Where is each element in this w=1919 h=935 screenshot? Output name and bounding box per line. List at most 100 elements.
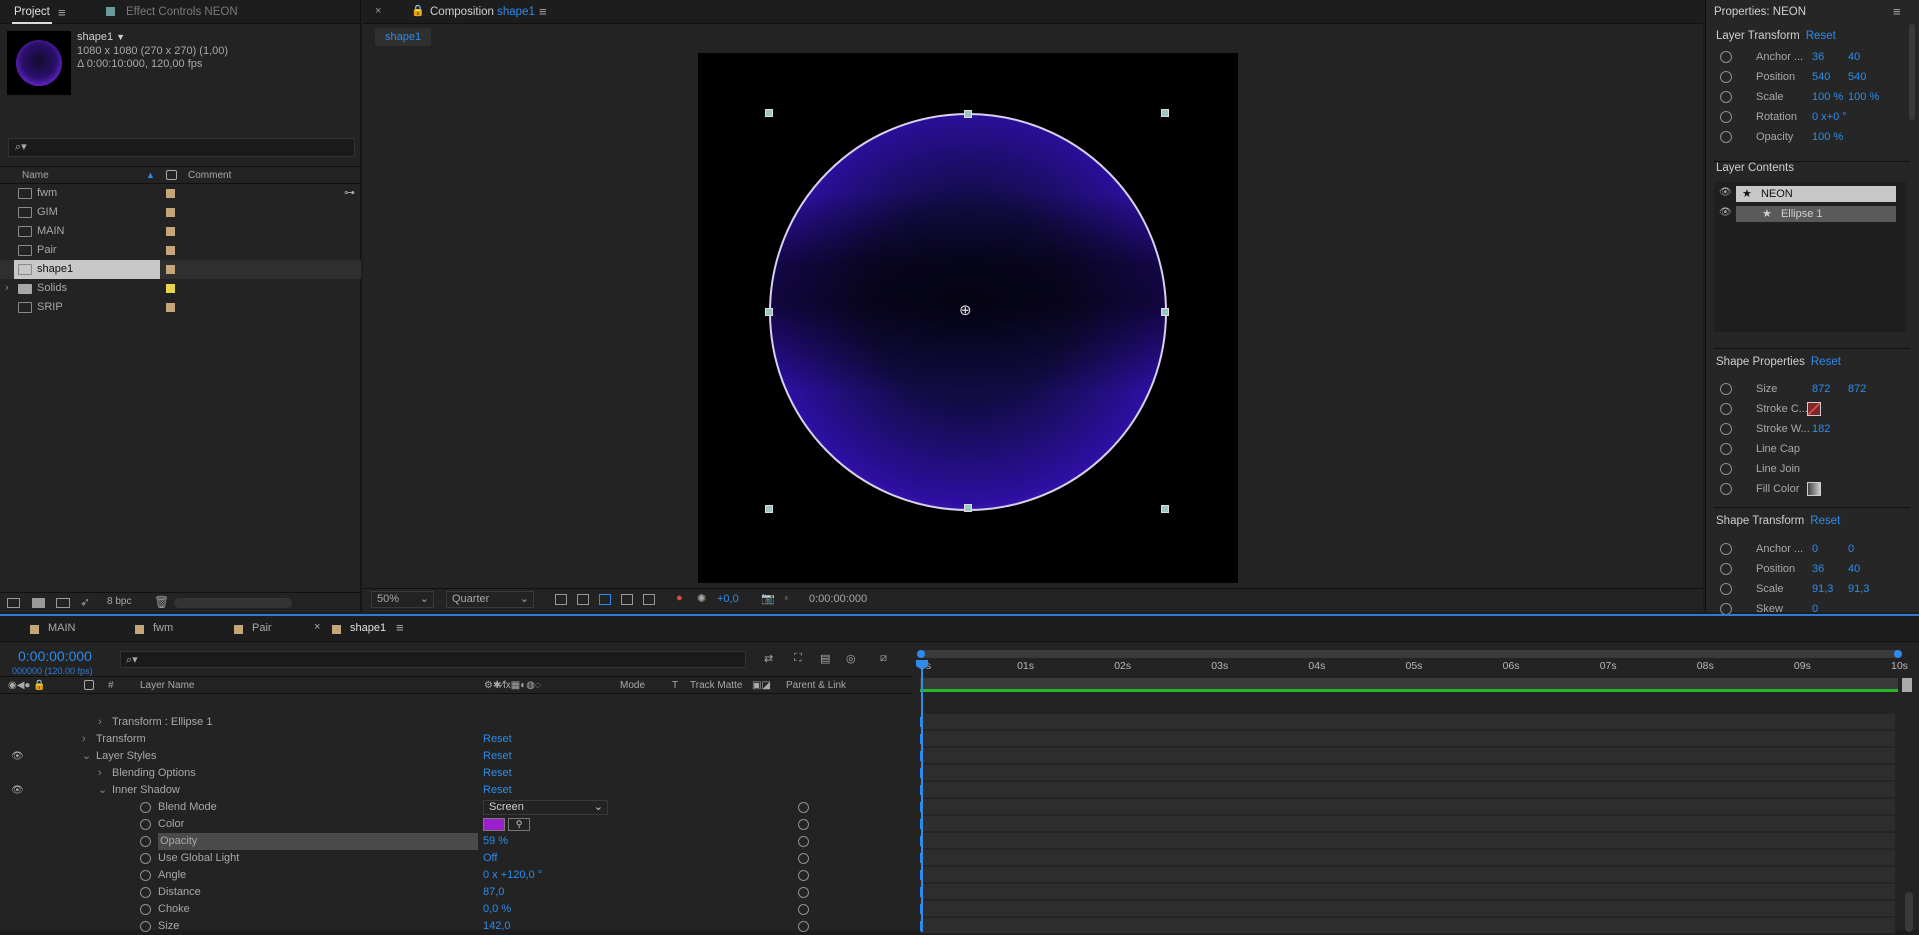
expression-pickwhip-icon[interactable]	[798, 853, 809, 864]
timeline-row-value[interactable]: Reset	[483, 782, 512, 799]
show-channel-icon[interactable]: ●	[676, 592, 683, 604]
expression-pickwhip-icon[interactable]	[798, 870, 809, 881]
stopwatch-icon[interactable]	[1720, 91, 1732, 104]
timeline-lane[interactable]	[920, 833, 1895, 849]
label-swatch[interactable]	[166, 284, 175, 293]
stopwatch-icon[interactable]	[1720, 443, 1732, 456]
property-value[interactable]: 100 %	[1812, 88, 1843, 106]
layer-transform-reset[interactable]: Reset	[1806, 30, 1836, 42]
property-value[interactable]: 872	[1812, 380, 1830, 398]
timeline-row-value[interactable]: Reset	[483, 748, 512, 765]
switches-icons[interactable]: ⚙✱⁄fx▦◐◍◌	[484, 677, 541, 694]
render-queue-icon[interactable]: ➶	[80, 595, 90, 609]
navigator-start-handle[interactable]	[917, 650, 925, 658]
zoom-select[interactable]: 50% ⌄	[371, 591, 434, 608]
timeline-row-value[interactable]: 0,0 %	[483, 901, 511, 918]
property-value-2[interactable]: 91,3	[1848, 580, 1869, 598]
eyedropper-icon[interactable]: ⚲	[508, 818, 530, 831]
transform-handle[interactable]	[964, 110, 972, 118]
composition-mini-flowchart-icon[interactable]: ⇄	[764, 652, 773, 665]
property-value-2[interactable]: 40	[1848, 560, 1860, 578]
mask-path-icon[interactable]	[599, 594, 611, 605]
stopwatch-icon[interactable]	[1720, 463, 1732, 476]
stopwatch-icon[interactable]	[140, 853, 151, 864]
stopwatch-icon[interactable]	[1720, 423, 1732, 436]
transform-handle[interactable]	[964, 504, 972, 512]
tab-pair[interactable]: Pair	[252, 622, 272, 634]
expression-pickwhip-icon[interactable]	[798, 921, 809, 932]
timeline-lane[interactable]	[920, 799, 1895, 815]
time-navigator[interactable]	[917, 650, 1902, 658]
viewer-timecode[interactable]: 0:00:00:000	[809, 593, 867, 605]
project-item[interactable]: fwm ⊶	[0, 184, 361, 203]
timeline-row[interactable]: › Transform Reset	[0, 731, 912, 748]
column-layer-name[interactable]: Layer Name	[140, 677, 194, 694]
timeline-lane[interactable]	[920, 816, 1895, 832]
timeline-row[interactable]: Opacity 59 %	[0, 833, 912, 850]
eye-icon[interactable]: 👁	[11, 748, 24, 765]
work-area-end-handle[interactable]	[1902, 678, 1912, 692]
composition-viewer[interactable]: ⊕	[698, 53, 1238, 583]
column-comment[interactable]: Comment	[188, 167, 231, 184]
project-search-input[interactable]: ⌕▾	[8, 138, 355, 157]
bpc-button[interactable]: 8 bpc	[107, 596, 131, 607]
shape-transform-reset[interactable]: Reset	[1810, 515, 1840, 527]
current-time-indicator[interactable]	[921, 664, 923, 932]
stopwatch-icon[interactable]	[1720, 71, 1732, 84]
reset-exposure-icon[interactable]: ✺	[697, 592, 706, 605]
inner-shadow-color-swatch[interactable]	[483, 818, 505, 831]
transform-handle[interactable]	[1161, 505, 1169, 513]
timeline-row-value[interactable]: 142,0	[483, 918, 511, 935]
breadcrumb[interactable]: shape1	[375, 28, 432, 46]
expression-pickwhip-icon[interactable]	[798, 887, 809, 898]
fill-color-swatch[interactable]	[1807, 482, 1821, 496]
eye-icon[interactable]: 👁	[11, 782, 24, 799]
show-snapshot-icon[interactable]: ◐	[784, 592, 791, 604]
property-value[interactable]: 100 %	[1812, 128, 1843, 146]
project-item-selected[interactable]: shape1	[0, 260, 361, 279]
label-tag-icon[interactable]	[166, 170, 177, 180]
timeline-row[interactable]: Choke 0,0 %	[0, 901, 912, 918]
tab-shape1[interactable]: shape1	[350, 622, 386, 634]
blend-mode-select[interactable]: Screen ⌄	[483, 800, 608, 815]
sort-ascending-icon[interactable]: ▲	[146, 167, 155, 184]
navigator-end-handle[interactable]	[1894, 650, 1902, 658]
property-value-2[interactable]: 40	[1848, 48, 1860, 66]
expand-arrow-icon[interactable]: ›	[5, 279, 9, 298]
new-composition-icon[interactable]	[56, 598, 70, 608]
trash-icon[interactable]: 🗑	[154, 595, 169, 609]
stopwatch-icon[interactable]	[140, 904, 151, 915]
transform-handle[interactable]	[765, 505, 773, 513]
stopwatch-icon[interactable]	[1720, 111, 1732, 124]
transform-handle[interactable]	[1161, 308, 1169, 316]
property-value-2[interactable]: 0	[1848, 540, 1854, 558]
eye-icon[interactable]: 👁	[1719, 187, 1732, 198]
transparency-grid-icon[interactable]	[577, 594, 589, 605]
property-value[interactable]: 0	[1812, 540, 1818, 558]
timeline-lane[interactable]	[920, 782, 1895, 798]
timeline-scrollbar[interactable]	[1905, 892, 1913, 932]
timeline-lane[interactable]	[920, 918, 1895, 934]
stopwatch-icon[interactable]	[1720, 383, 1732, 396]
tab-project[interactable]: Project	[6, 0, 58, 24]
work-area-bar[interactable]	[920, 678, 1898, 692]
motion-blur-icon[interactable]: ◎	[846, 652, 856, 665]
stopwatch-icon[interactable]	[140, 836, 151, 847]
timeline-row[interactable]: 👁 ⌄ Layer Styles Reset	[0, 748, 912, 765]
expression-pickwhip-icon[interactable]	[798, 904, 809, 915]
panel-menu-icon[interactable]: ≡	[396, 620, 404, 635]
project-item[interactable]: MAIN	[0, 222, 361, 241]
project-item[interactable]: GIM	[0, 203, 361, 222]
label-swatch[interactable]	[166, 246, 175, 255]
property-value[interactable]: 36	[1812, 48, 1824, 66]
exposure-value[interactable]: +0,0	[717, 593, 739, 605]
column-track-matte[interactable]: Track Matte	[690, 677, 742, 694]
timeline-lane[interactable]	[920, 901, 1895, 917]
anchor-point-icon[interactable]: ⊕	[959, 301, 972, 319]
timeline-row[interactable]: Angle 0 x +120,0 °	[0, 867, 912, 884]
timeline-row[interactable]: Distance 87,0	[0, 884, 912, 901]
chevron-right-icon[interactable]: ›	[98, 765, 102, 782]
stopwatch-icon[interactable]	[140, 870, 151, 881]
timeline-lane[interactable]	[920, 850, 1895, 866]
label-swatch[interactable]	[166, 227, 175, 236]
